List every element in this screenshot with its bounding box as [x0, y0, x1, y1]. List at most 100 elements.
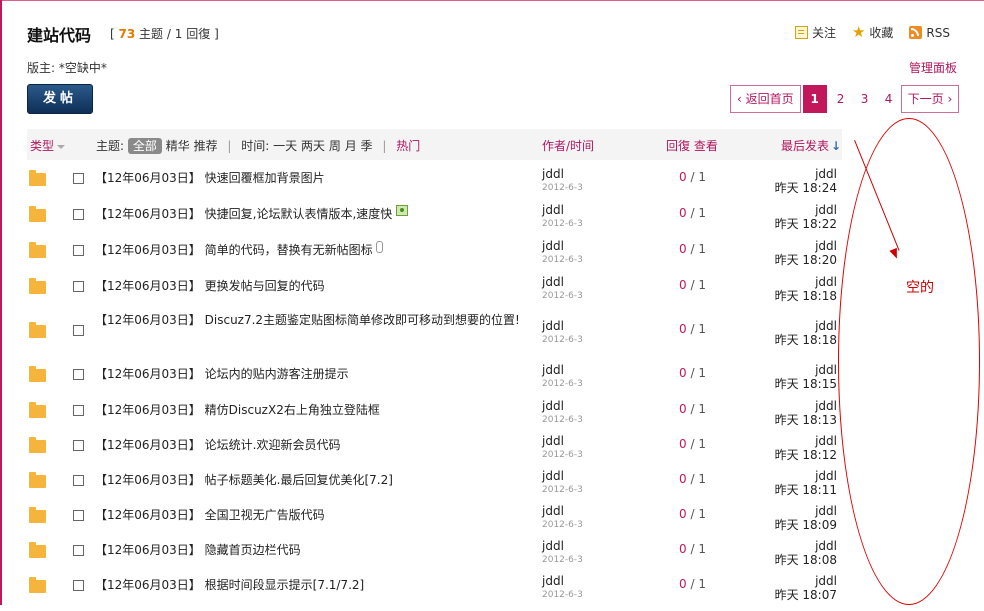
last-poster-link[interactable]: jddl [815, 434, 837, 448]
folder-icon [29, 472, 46, 488]
thread-title-link[interactable]: 帖子标题美化.最后回复优美化[7.2] [205, 473, 393, 487]
thread-row: 【12年06月03日】 全国卫视无广告版代码 jddl 2012-6-3 0 / 1 j… [27, 504, 842, 541]
column-author-time[interactable]: 作者/时间 [542, 137, 594, 154]
thread-select-checkbox[interactable] [73, 475, 84, 486]
reply-view-count: 0 / 1 [679, 577, 706, 591]
rss-button[interactable]: RSS [909, 24, 950, 41]
thread-subject: 【12年06月03日】 Discuz7.2主题鉴定贴图标简单修改即可移动到想要的… [95, 313, 520, 327]
filter-all[interactable]: 全部 [127, 138, 162, 154]
thread-title-link[interactable]: 简单的代码，替换有无新帖图标 [205, 243, 373, 257]
filter-day[interactable]: 一天 [273, 139, 297, 153]
favorite-button[interactable]: ★ 收藏 [852, 24, 893, 41]
last-poster-link[interactable]: jddl [815, 539, 837, 553]
thread-author: jddl 2012-6-3 [542, 363, 583, 391]
page-3[interactable]: 3 [853, 86, 877, 112]
thread-title-link[interactable]: 隐藏首页边栏代码 [205, 543, 301, 557]
thread-select-checkbox[interactable] [73, 405, 84, 416]
last-poster-link[interactable]: jddl [815, 203, 837, 217]
folder-icon [29, 278, 46, 294]
thread-author: jddl 2012-6-3 [542, 399, 583, 427]
thread-title-link[interactable]: 更换发帖与回复的代码 [205, 279, 325, 293]
last-post-info: jddl 昨天 18:07 [775, 574, 837, 602]
author-link[interactable]: jddl [542, 203, 564, 217]
last-poster-link[interactable]: jddl [815, 574, 837, 588]
last-post-info: jddl 昨天 18:20 [775, 239, 837, 267]
filter-sticky[interactable]: 推荐 [194, 139, 218, 153]
filter-month[interactable]: 月 [345, 139, 357, 153]
thread-select-checkbox[interactable] [73, 325, 84, 336]
last-poster-link[interactable]: jddl [815, 504, 837, 518]
thread-subject: 【12年06月03日】 精仿DiscuzX2右上角独立登陆框 [95, 403, 380, 417]
thread-row: 【12年06月03日】 简单的代码，替换有无新帖图标 jddl 2012-6-3 0 … [27, 239, 842, 277]
column-replies-views[interactable]: 回復 查看 [666, 137, 718, 154]
filter-quarter[interactable]: 季 [361, 139, 373, 153]
folder-icon [29, 507, 46, 523]
author-link[interactable]: jddl [542, 167, 564, 181]
thread-select-checkbox[interactable] [73, 510, 84, 521]
reply-view-count: 0 / 1 [679, 542, 706, 556]
thread-row: 【12年06月03日】 根据时间段显示提示[7.1/7.2] jddl 2012-6… [27, 574, 842, 611]
thread-title-link[interactable]: 全国卫视无广告版代码 [205, 508, 325, 522]
filter-week[interactable]: 周 [329, 139, 341, 153]
thread-title-link[interactable]: 快速回覆框加背景图片 [205, 171, 325, 185]
thread-select-checkbox[interactable] [73, 209, 84, 220]
last-poster-link[interactable]: jddl [815, 319, 837, 333]
author-link[interactable]: jddl [542, 434, 564, 448]
page-4[interactable]: 4 [877, 86, 901, 112]
filter-two-days[interactable]: 两天 [301, 139, 325, 153]
last-post-time: 昨天 18:13 [774, 413, 837, 427]
last-poster-link[interactable]: jddl [815, 239, 837, 253]
last-poster-link[interactable]: jddl [815, 275, 837, 289]
thread-subject: 【12年06月03日】 帖子标题美化.最后回复优美化[7.2] [95, 473, 393, 487]
thread-select-checkbox[interactable] [73, 245, 84, 256]
post-date: 2012-6-3 [542, 379, 583, 389]
last-post-time: 昨天 18:12 [774, 448, 837, 462]
last-poster-link[interactable]: jddl [815, 399, 837, 413]
author-link[interactable]: jddl [542, 399, 564, 413]
thread-title-link[interactable]: Discuz7.2主题鉴定贴图标简单修改即可移动到想要的位置! [205, 313, 520, 327]
last-poster-link[interactable]: jddl [815, 167, 837, 181]
author-link[interactable]: jddl [542, 319, 564, 333]
type-filter[interactable]: 类型 [30, 137, 66, 154]
author-link[interactable]: jddl [542, 275, 564, 289]
author-link[interactable]: jddl [542, 574, 564, 588]
post-date: 2012-6-3 [542, 450, 583, 460]
thread-author: jddl 2012-6-3 [542, 167, 583, 195]
thread-select-checkbox[interactable] [73, 369, 84, 380]
thread-title-link[interactable]: 精仿DiscuzX2右上角独立登陆框 [205, 403, 380, 417]
author-link[interactable]: jddl [542, 363, 564, 377]
author-link[interactable]: jddl [542, 469, 564, 483]
thread-title-link[interactable]: 根据时间段显示提示[7.1/7.2] [205, 578, 365, 592]
thread-select-checkbox[interactable] [73, 173, 84, 184]
filter-digest[interactable]: 精华 [166, 139, 190, 153]
new-post-button[interactable]: 发帖 [27, 84, 93, 114]
manage-panel-link[interactable]: 管理面板 [909, 59, 957, 76]
author-link[interactable]: jddl [542, 239, 564, 253]
page-1[interactable]: 1 [802, 85, 827, 113]
author-link[interactable]: jddl [542, 504, 564, 518]
thread-subject: 【12年06月03日】 论坛统计.欢迎新会员代码 [95, 438, 341, 452]
column-last-post[interactable]: 最后发表 ↓ [781, 137, 841, 154]
last-post-time: 昨天 18:24 [774, 181, 837, 195]
thread-title-link[interactable]: 快捷回复,论坛默认表情版本,速度快 [205, 207, 393, 221]
back-home-link[interactable]: ‹ 返回首页 [730, 85, 801, 113]
thread-row: 【12年06月03日】 快捷回复,论坛默认表情版本,速度快 jddl 2012-6-… [27, 203, 842, 241]
thread-select-checkbox[interactable] [73, 281, 84, 292]
next-page-button[interactable]: 下一页 › [900, 85, 960, 113]
thread-row: 【12年06月03日】 论坛内的贴内游客注册提示 jddl 2012-6-3 0 / … [27, 363, 842, 401]
author-link[interactable]: jddl [542, 539, 564, 553]
filter-hot[interactable]: 热门 [396, 139, 420, 153]
page-2[interactable]: 2 [829, 86, 853, 112]
follow-button[interactable]: 关注 [794, 24, 836, 41]
last-post-info: jddl 昨天 18:09 [775, 504, 837, 532]
reply-view-count: 0 / 1 [679, 472, 706, 486]
thread-title-link[interactable]: 论坛统计.欢迎新会员代码 [205, 438, 341, 452]
thread-select-checkbox[interactable] [73, 440, 84, 451]
last-poster-link[interactable]: jddl [815, 469, 837, 483]
thread-select-checkbox[interactable] [73, 545, 84, 556]
thread-select-checkbox[interactable] [73, 580, 84, 591]
post-date: 2012-6-3 [542, 291, 583, 301]
last-poster-link[interactable]: jddl [815, 363, 837, 377]
thread-row: 【12年06月03日】 Discuz7.2主题鉴定贴图标简单修改即可移动到想要的… [27, 313, 842, 365]
thread-title-link[interactable]: 论坛内的贴内游客注册提示 [205, 367, 349, 381]
